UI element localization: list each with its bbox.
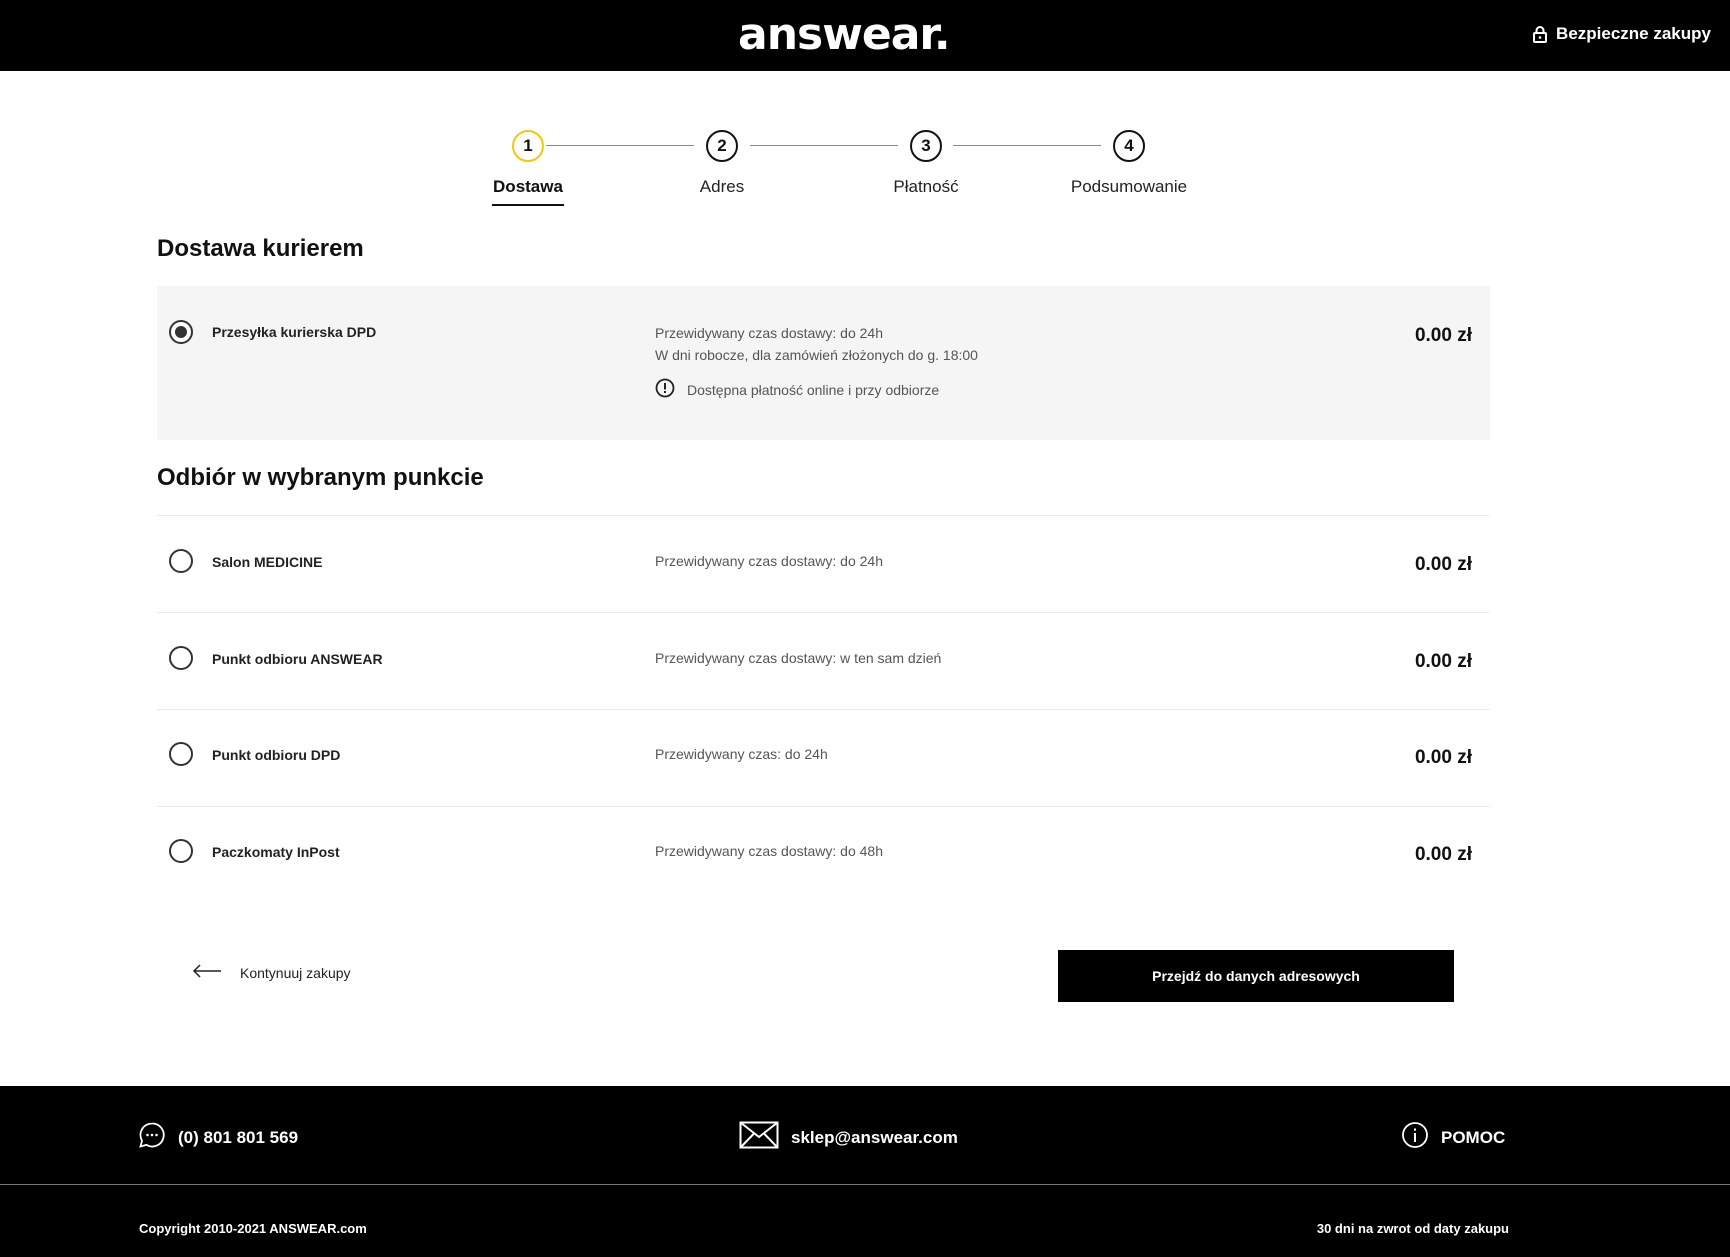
option-description: Przewidywany czas: do 24h [655, 746, 828, 762]
pickup-section-title: Odbiór w wybranym punkcie [157, 464, 484, 491]
option-name: Salon MEDICINE [212, 554, 323, 570]
footer-returns-info: 30 dni na zwrot od daty zakupu [1316, 1221, 1509, 1236]
radio-button[interactable] [169, 549, 193, 573]
footer-divider [0, 1184, 1730, 1185]
option-name: Punkt odbioru ANSWEAR [212, 651, 383, 667]
footer-email[interactable]: sklep@answear.com [739, 1121, 958, 1154]
step-address[interactable]: 2 Adres [632, 130, 812, 197]
continue-shopping-link[interactable]: Kontynuuj zakupy [192, 964, 351, 981]
option-description-line: W dni robocze, dla zamówień złożonych do… [655, 347, 978, 363]
radio-button[interactable] [169, 646, 193, 670]
step-label: Podsumowanie [1070, 177, 1188, 196]
step-label: Płatność [893, 177, 959, 196]
step-number: 3 [910, 130, 942, 162]
footer-help[interactable]: POMOC [1401, 1121, 1505, 1154]
option-name: Przesyłka kurierska DPD [212, 324, 377, 340]
lock-icon [1532, 25, 1548, 43]
active-step-underline [492, 204, 564, 206]
option-price: 0.00 zł [1414, 844, 1472, 865]
info-icon [1401, 1121, 1429, 1154]
courier-section-title: Dostawa kurierem [157, 235, 364, 262]
step-number: 2 [706, 130, 738, 162]
step-summary[interactable]: 4 Podsumowanie [1039, 130, 1219, 197]
step-delivery[interactable]: 1 Dostawa [438, 130, 618, 206]
step-number: 4 [1113, 130, 1145, 162]
answear-logo[interactable]: answear. [738, 10, 951, 60]
option-description: Przewidywany czas dostawy: do 24h [655, 553, 883, 569]
radio-button[interactable] [169, 839, 193, 863]
option-price: 0.00 zł [1414, 554, 1472, 575]
footer-copyright: Copyright 2010-2021 ANSWEAR.com [139, 1221, 367, 1236]
delivery-option-inpost[interactable]: Paczkomaty InPost Przewidywany czas dost… [157, 807, 1490, 903]
radio-button[interactable] [169, 742, 193, 766]
checkout-stepper: 1 Dostawa 2 Adres 3 Płatność 4 Podsumowa… [470, 130, 1210, 230]
footer-email-address: sklep@answear.com [791, 1127, 958, 1147]
radio-button[interactable] [169, 320, 193, 344]
chat-bubble-icon [138, 1121, 166, 1154]
option-price: 0.00 zł [1414, 651, 1472, 672]
step-payment[interactable]: 3 Płatność [836, 130, 1016, 197]
top-header: answear. Bezpieczne zakupy [0, 0, 1730, 71]
footer-help-label: POMOC [1441, 1127, 1506, 1147]
delivery-option-answear-point[interactable]: Punkt odbioru ANSWEAR Przewidywany czas … [157, 613, 1490, 709]
step-number: 1 [512, 130, 544, 162]
delivery-option-dpd-courier[interactable]: Przesyłka kurierska DPD Przewidywany cza… [157, 286, 1490, 440]
option-description: Przewidywany czas dostawy: do 48h [655, 843, 883, 859]
secure-shopping-badge: Bezpieczne zakupy [1532, 24, 1711, 44]
alert-circle-icon [655, 378, 675, 401]
step-label: Dostawa [493, 177, 563, 196]
footer-phone-number: (0) 801 801 569 [178, 1127, 299, 1147]
footer-phone[interactable]: (0) 801 801 569 [138, 1121, 298, 1154]
delivery-option-dpd-point[interactable]: Punkt odbioru DPD Przewidywany czas: do … [157, 710, 1490, 806]
option-description: Przewidywany czas dostawy: w ten sam dzi… [655, 650, 942, 666]
delivery-option-salon-medicine[interactable]: Salon MEDICINE Przewidywany czas dostawy… [157, 516, 1490, 612]
secure-shopping-label: Bezpieczne zakupy [1556, 24, 1711, 43]
step-label: Adres [699, 177, 745, 196]
option-price: 0.00 zł [1414, 325, 1472, 346]
option-name: Paczkomaty InPost [212, 844, 340, 860]
go-to-address-button[interactable]: Przejdź do danych adresowych [1058, 950, 1454, 1002]
payment-note: Dostępna płatność online i przy odbiorze [655, 378, 939, 401]
continue-shopping-label: Kontynuuj zakupy [240, 964, 351, 981]
arrow-left-icon [192, 964, 222, 981]
option-name: Punkt odbioru DPD [212, 747, 341, 763]
option-price: 0.00 zł [1414, 747, 1472, 768]
envelope-icon [739, 1121, 779, 1154]
page-footer: (0) 801 801 569 sklep@answear.com POMOC … [0, 1086, 1730, 1257]
option-description-line: Przewidywany czas dostawy: do 24h [655, 325, 883, 341]
payment-note-text: Dostępna płatność online i przy odbiorze [687, 381, 940, 398]
option-description: Przewidywany czas dostawy: do 24h W dni … [655, 322, 978, 366]
